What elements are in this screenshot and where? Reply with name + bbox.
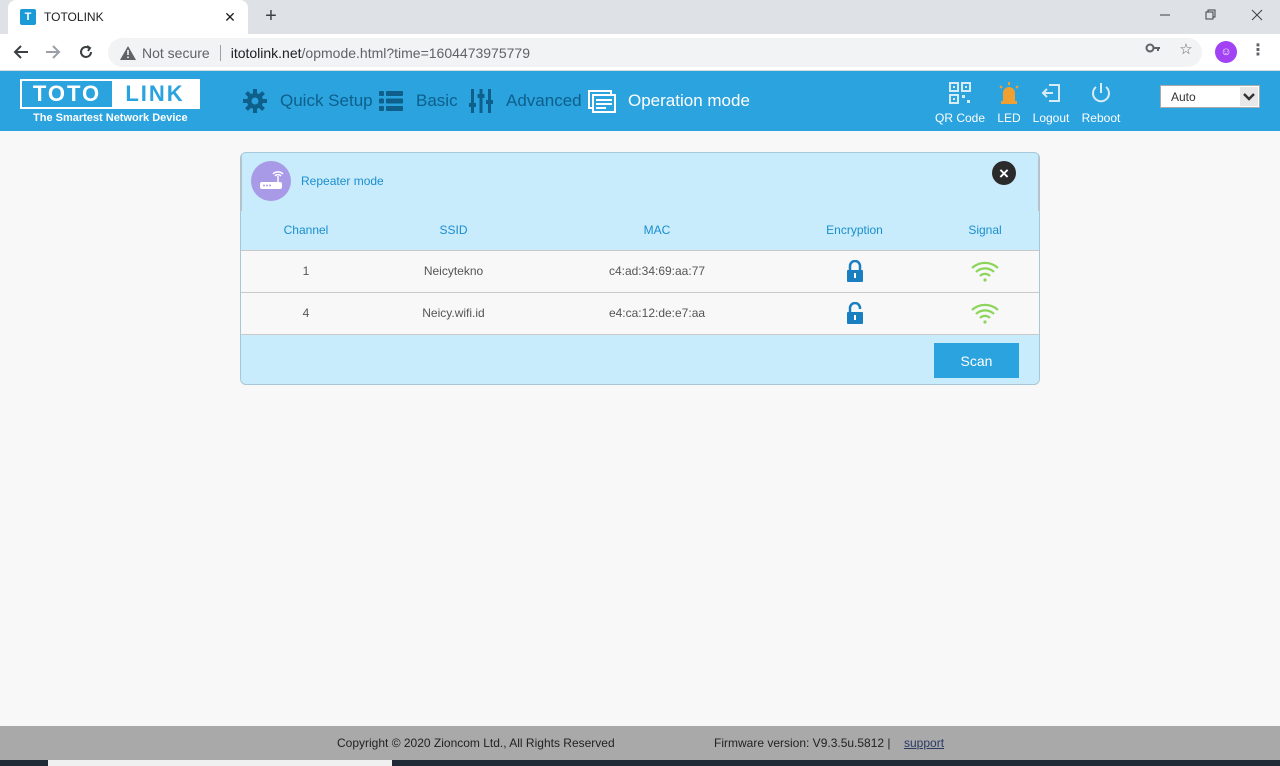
repeater-panel: Repeater mode × Channel SSID MAC Encrypt… [240, 152, 1040, 385]
key-icon[interactable] [1143, 40, 1163, 60]
tab-close-icon[interactable]: ✕ [222, 9, 238, 26]
url-path: /opmode.html?time=1604473975779 [301, 44, 530, 61]
sliders-icon [469, 89, 493, 113]
tab-title: TOTOLINK [44, 10, 104, 24]
scan-results-table: Channel SSID MAC Encryption Signal 1 Nei… [241, 211, 1039, 335]
menu-kebab-icon[interactable]: ⋮ [1250, 40, 1266, 60]
router-header: TOTO LINK The Smartest Network Device Qu… [0, 71, 1280, 131]
lock-closed-icon [846, 260, 863, 282]
language-select[interactable]: Auto [1160, 85, 1260, 108]
wifi-signal-icon [971, 261, 999, 282]
column-header-channel: Channel [241, 211, 371, 251]
panel-title: Repeater mode [301, 174, 384, 188]
qr-code-label: QR Code [935, 111, 986, 125]
row-ssid: Neicytekno [371, 250, 536, 293]
column-header-signal: Signal [931, 211, 1039, 251]
table-header-row: Channel SSID MAC Encryption Signal [241, 211, 1039, 251]
scan-button[interactable]: Scan [934, 343, 1019, 378]
list-icon [379, 91, 403, 111]
row-mac: c4:ad:34:69:aa:77 [536, 250, 778, 293]
url-host: itotolink.net [230, 44, 302, 61]
browser-tab[interactable]: T TOTOLINK ✕ [8, 0, 248, 34]
logout-button[interactable]: Logout [1026, 81, 1076, 125]
profile-avatar[interactable]: ☺ [1215, 41, 1237, 63]
panel-header: Repeater mode × [241, 153, 1039, 211]
qr-code-button[interactable]: QR Code [935, 81, 985, 125]
new-tab-button[interactable]: + [260, 5, 282, 27]
column-header-mac: MAC [536, 211, 778, 251]
column-header-ssid: SSID [371, 211, 536, 251]
logo-left-text: TOTO [32, 81, 102, 106]
browser-tabbar: T TOTOLINK ✕ + [0, 0, 1280, 34]
qr-code-icon [949, 82, 971, 104]
led-icon [999, 82, 1019, 104]
support-link[interactable]: support [904, 736, 944, 750]
chevron-down-icon [1240, 87, 1258, 106]
row-signal [931, 250, 1039, 293]
copyright-text: Copyright © 2020 Zioncom Ltd., All Right… [337, 736, 615, 750]
menu-label-advanced: Advanced [506, 91, 582, 110]
logout-label: Logout [1032, 111, 1070, 125]
row-signal [931, 292, 1039, 335]
forward-icon[interactable] [40, 39, 66, 65]
repeater-router-icon [251, 161, 291, 201]
firmware-version: Firmware version: V9.3.5u.5812 | [714, 736, 891, 750]
menu-basic[interactable]: Basic [378, 71, 458, 131]
url-text[interactable]: itotolink.net/opmode.html?time=160447397… [231, 45, 530, 61]
address-bar[interactable]: Not secure itotolink.net/opmode.html?tim… [108, 38, 1202, 67]
menu-quick-setup[interactable]: Quick Setup [242, 71, 373, 131]
star-icon[interactable]: ☆ [1176, 40, 1196, 58]
row-encryption [778, 292, 931, 335]
row-channel: 4 [241, 292, 371, 335]
security-status[interactable]: Not secure [142, 45, 210, 61]
row-encryption [778, 250, 931, 293]
warning-icon [120, 45, 136, 60]
lock-open-icon [846, 302, 863, 324]
back-icon[interactable] [8, 39, 34, 65]
reboot-button[interactable]: Reboot [1076, 81, 1126, 125]
logo-right-text: LINK [112, 81, 198, 107]
logout-icon [1041, 84, 1060, 102]
row-mac: e4:ca:12:de:e7:aa [536, 292, 778, 335]
table-row[interactable]: 4 Neicy.wifi.id e4:ca:12:de:e7:aa [241, 292, 1039, 335]
power-icon [1092, 83, 1110, 103]
gear-icon [243, 89, 267, 113]
logo-tagline: The Smartest Network Device [33, 112, 188, 124]
totolink-logo: TOTO LINK The Smartest Network Device [20, 79, 200, 124]
row-channel: 1 [241, 250, 371, 293]
operation-mode-icon [588, 90, 616, 113]
totolink-favicon-icon: T [20, 9, 36, 25]
menu-label-quick-setup: Quick Setup [280, 91, 373, 110]
menu-advanced[interactable]: Advanced [468, 71, 582, 131]
restore-icon[interactable] [1188, 0, 1234, 30]
minimize-icon[interactable] [1142, 0, 1188, 30]
close-icon[interactable]: × [992, 161, 1016, 185]
menu-label-operation-mode: Operation mode [628, 91, 750, 110]
url-separator [219, 44, 221, 61]
browser-toolbar: Not secure itotolink.net/opmode.html?tim… [0, 34, 1280, 71]
language-value: Auto [1171, 89, 1196, 104]
os-taskbar [0, 760, 1280, 766]
menu-label-basic: Basic [416, 91, 458, 110]
wifi-signal-icon [971, 303, 999, 324]
row-ssid: Neicy.wifi.id [371, 292, 536, 335]
reboot-label: Reboot [1081, 111, 1121, 125]
menu-operation-mode[interactable]: Operation mode [588, 71, 750, 131]
column-header-encryption: Encryption [778, 211, 931, 251]
table-row[interactable]: 1 Neicytekno c4:ad:34:69:aa:77 [241, 250, 1039, 293]
page-footer: Copyright © 2020 Zioncom Ltd., All Right… [0, 726, 1280, 760]
taskbar-search-box[interactable] [48, 760, 392, 766]
close-window-icon[interactable] [1234, 0, 1280, 30]
reload-icon[interactable] [73, 39, 99, 65]
